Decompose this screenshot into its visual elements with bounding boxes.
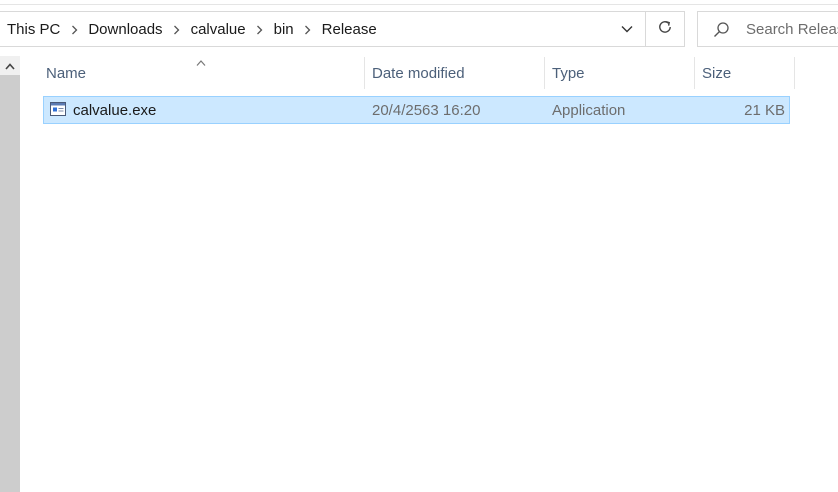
column-header-name-label: Name <box>46 64 87 82</box>
column-divider[interactable] <box>364 57 365 89</box>
file-type: Application <box>552 101 626 119</box>
column-divider[interactable] <box>794 57 795 89</box>
address-history-dropdown[interactable] <box>610 12 644 46</box>
breadcrumb-release[interactable]: Release <box>322 21 377 38</box>
file-row-selected[interactable]: calvalue.exe 20/4/2563 16:20 Application… <box>43 96 790 124</box>
chevron-right-icon[interactable] <box>246 21 274 38</box>
breadcrumb-downloads[interactable]: Downloads <box>88 21 162 38</box>
scroll-up-button[interactable] <box>0 56 20 75</box>
breadcrumb-bin[interactable]: bin <box>274 21 294 38</box>
chevron-right-icon[interactable] <box>60 21 88 38</box>
column-header-name[interactable]: Name <box>46 57 364 89</box>
chevron-down-icon <box>621 20 633 38</box>
column-header-type-label: Type <box>552 64 585 82</box>
breadcrumb-calvalue[interactable]: calvalue <box>191 21 246 38</box>
column-header-size-label: Size <box>702 64 732 82</box>
ribbon-edge <box>0 0 838 5</box>
search-input[interactable] <box>746 12 838 46</box>
file-name[interactable]: calvalue.exe <box>73 97 156 123</box>
breadcrumb-this-pc[interactable]: This PC <box>7 21 60 38</box>
chevron-right-icon[interactable] <box>294 21 322 38</box>
file-date-modified: 20/4/2563 16:20 <box>372 101 481 119</box>
file-size: 21 KB <box>744 101 785 119</box>
address-bar[interactable]: This PC Downloads calvalue bin Release <box>0 11 685 47</box>
scrollbar-thumb[interactable] <box>0 75 20 492</box>
search-icon <box>712 21 730 39</box>
chevron-up-icon <box>5 57 15 75</box>
application-exe-icon <box>50 102 66 116</box>
column-header-date-modified-label: Date modified <box>372 64 465 82</box>
refresh-button[interactable] <box>646 12 684 46</box>
refresh-icon <box>657 19 673 40</box>
file-explorer-window: This PC Downloads calvalue bin Release S… <box>0 0 838 492</box>
column-header-size[interactable]: Size <box>702 57 794 89</box>
column-divider[interactable] <box>694 57 695 89</box>
search-box[interactable] <box>697 11 838 47</box>
breadcrumb: This PC Downloads calvalue bin Release <box>7 12 377 46</box>
column-divider[interactable] <box>544 57 545 89</box>
column-header-date-modified[interactable]: Date modified <box>372 57 544 89</box>
column-header-type[interactable]: Type <box>552 57 694 89</box>
chevron-right-icon[interactable] <box>163 21 191 38</box>
navigation-pane-scrollbar[interactable] <box>0 56 20 492</box>
